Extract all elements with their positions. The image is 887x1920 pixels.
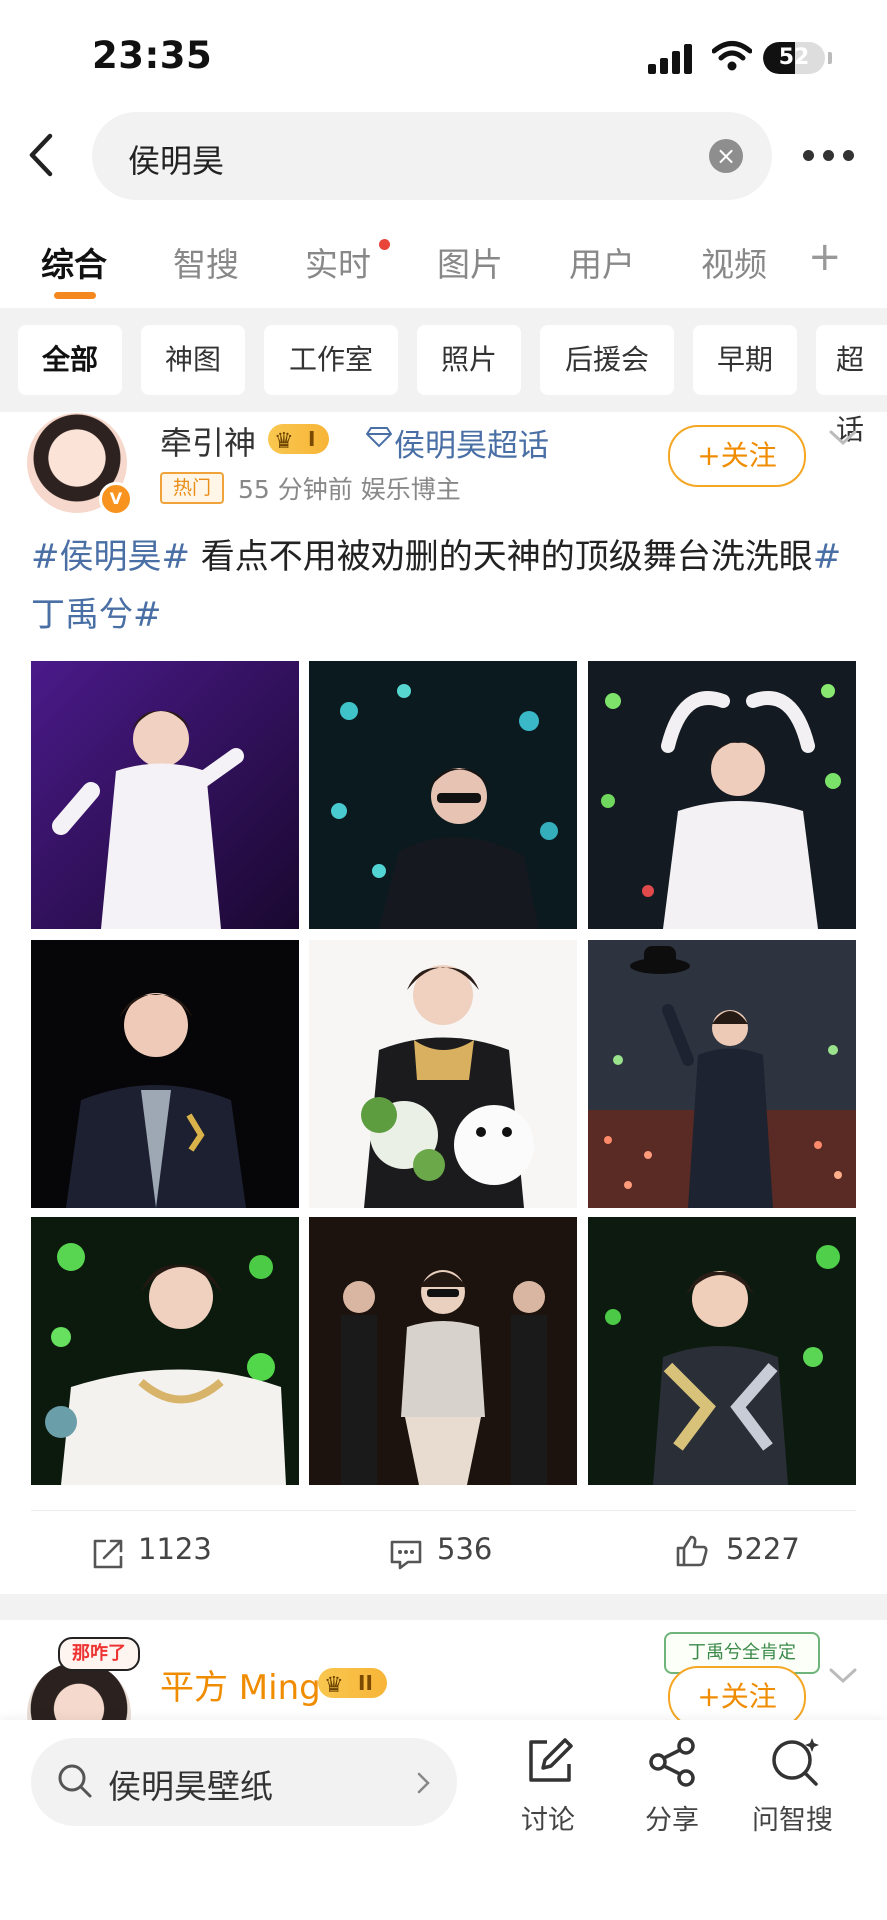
post-body: 看点不用被劝删的天神的顶级舞台洗洗眼 — [189, 537, 813, 577]
divider — [31, 1510, 856, 1511]
post-username[interactable]: 牵引神 — [160, 418, 256, 464]
suggested-search[interactable]: 侯明昊壁纸 — [108, 1760, 273, 1808]
filter-studio[interactable]: 工作室 — [264, 325, 398, 395]
search-query[interactable]: 侯明昊 — [128, 136, 224, 182]
post-photo[interactable] — [588, 1217, 856, 1485]
share-label[interactable]: 分享 — [645, 1798, 699, 1837]
crown-icon: ♛ — [324, 1673, 344, 1698]
wifi-icon — [712, 41, 752, 71]
post-meta: 55 分钟前 娱乐博主 — [238, 475, 461, 504]
tab-images[interactable]: 图片 — [437, 238, 503, 286]
battery-icon: 52 — [763, 42, 825, 74]
battery-percent: 52 — [778, 45, 810, 70]
post-separator — [0, 1594, 887, 1620]
verified-icon: V — [99, 482, 133, 516]
ask-label[interactable]: 问智搜 — [752, 1798, 833, 1837]
more-icon[interactable] — [803, 150, 855, 162]
clear-icon[interactable]: × — [709, 139, 743, 173]
filter-fanclub[interactable]: 后援会 — [540, 325, 674, 395]
discuss-icon[interactable] — [523, 1736, 575, 1788]
chevron-down-icon[interactable] — [828, 1666, 858, 1686]
status-time: 23:35 — [92, 34, 213, 77]
discuss-label[interactable]: 讨论 — [521, 1798, 575, 1837]
post-text: #侯明昊# 看点不用被劝删的天神的顶级舞台洗洗眼#丁禹兮# — [31, 528, 861, 644]
signal-icon — [648, 44, 692, 74]
post-photo[interactable] — [588, 940, 856, 1208]
crown-icon: ♛ — [274, 429, 294, 454]
post-username[interactable]: 平方 Ming — [160, 1660, 321, 1709]
repost-icon[interactable] — [90, 1536, 126, 1572]
filter-photos[interactable]: 照片 — [417, 325, 521, 395]
like-icon[interactable] — [674, 1533, 710, 1569]
notification-dot — [379, 239, 390, 250]
hot-tag: 热门 — [160, 472, 224, 504]
filter-early[interactable]: 早期 — [693, 325, 797, 395]
diamond-icon — [366, 427, 392, 448]
ask-smart-search-icon[interactable] — [768, 1734, 824, 1790]
share-icon[interactable] — [646, 1736, 700, 1788]
follow-button[interactable]: +关注 — [668, 1666, 806, 1728]
post-photo[interactable] — [309, 1217, 577, 1485]
repost-count[interactable]: 1123 — [138, 1532, 212, 1566]
post-photo[interactable] — [31, 661, 299, 929]
tab-videos[interactable]: 视频 — [701, 238, 767, 286]
filter-supertopic[interactable]: 超话 — [816, 325, 887, 446]
chevron-down-icon[interactable] — [828, 428, 858, 448]
level-badge: ♛ I — [268, 424, 330, 454]
filter-best-photos[interactable]: 神图 — [141, 325, 245, 395]
chevron-right-icon[interactable] — [414, 1770, 434, 1796]
post-photo[interactable] — [309, 940, 577, 1208]
post-photo[interactable] — [588, 661, 856, 929]
battery-tip — [828, 52, 832, 64]
hashtag-link[interactable]: #侯明昊# — [31, 537, 190, 577]
supertopic-link[interactable]: 侯明昊超话 — [394, 420, 549, 465]
post-photo[interactable] — [31, 1217, 299, 1485]
add-tab-icon[interactable]: + — [808, 234, 842, 280]
avatar-sticker: 那咋了 — [58, 1637, 140, 1671]
tab-comprehensive[interactable]: 综合 — [41, 238, 107, 286]
back-icon[interactable] — [22, 130, 62, 180]
search-icon — [58, 1764, 92, 1798]
level-badge: ♛ II — [318, 1668, 387, 1698]
post-photo[interactable] — [31, 940, 299, 1208]
comment-icon[interactable] — [388, 1536, 424, 1572]
like-count[interactable]: 5227 — [726, 1532, 800, 1566]
tab-realtime[interactable]: 实时 — [305, 238, 371, 286]
post-photo[interactable] — [309, 661, 577, 929]
tab-users[interactable]: 用户 — [569, 238, 635, 286]
filter-all[interactable]: 全部 — [18, 325, 122, 395]
tab-smart-search[interactable]: 智搜 — [173, 238, 239, 286]
comment-count[interactable]: 536 — [437, 1532, 492, 1566]
active-tab-indicator — [54, 292, 96, 299]
follow-button[interactable]: +关注 — [668, 425, 806, 487]
